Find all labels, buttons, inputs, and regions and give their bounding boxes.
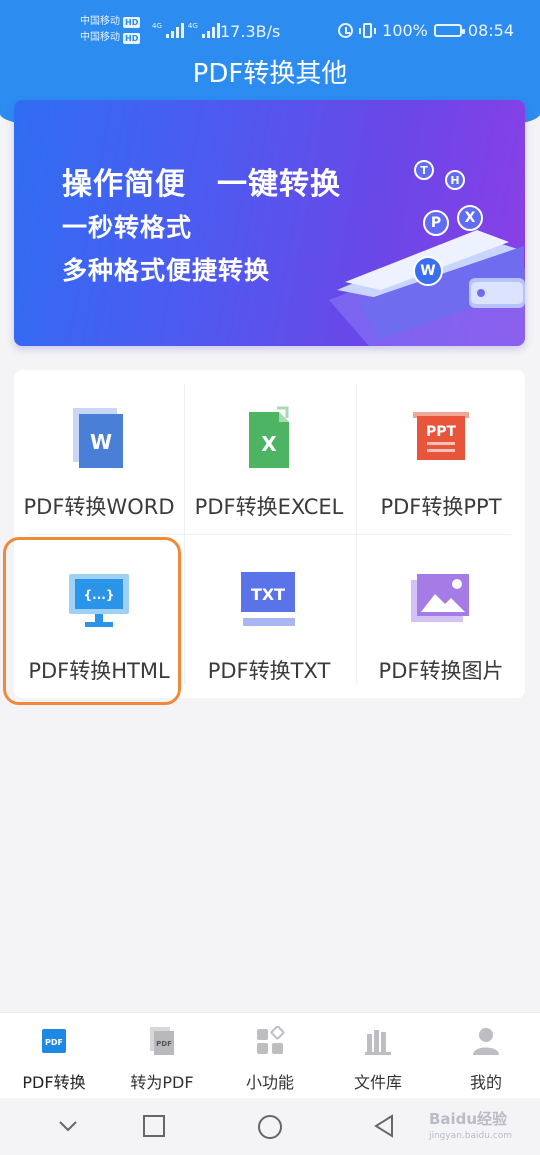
battery-percent: 100%: [382, 21, 428, 40]
carrier-2: 中国移动: [80, 32, 120, 43]
wallet-illustration: T H P X W: [309, 150, 525, 346]
page-title: PDF转换其他: [192, 59, 348, 89]
nav-label: 转为PDF: [130, 1073, 194, 1092]
vibrate-icon: [359, 23, 377, 38]
user-icon: [473, 1028, 499, 1055]
nav-item-pdf-convert[interactable]: PDF PDF转换: [0, 1013, 108, 1098]
tool-label: PDF转换HTML: [28, 659, 170, 683]
signal-icons: 4G 4G: [152, 22, 220, 38]
recent-apps-button[interactable]: [142, 1114, 166, 1138]
tool-pdf-to-excel[interactable]: X PDF转换EXCEL: [184, 370, 354, 534]
signal-bars-icon: [165, 22, 184, 38]
banner-subline: 多种格式便捷转换: [62, 256, 271, 285]
grid-tools-icon: [257, 1026, 285, 1054]
nav-badge: PDF: [156, 1040, 172, 1048]
excel-glyph: X: [261, 432, 277, 456]
nav-item-to-pdf[interactable]: PDF 转为PDF: [108, 1013, 216, 1098]
watermark: Baidu经验 jingyan.baidu.com: [429, 1108, 512, 1141]
network-type-label: 4G: [152, 22, 162, 30]
promo-banner[interactable]: 操作简便 一键转换 一秒转格式 多种格式便捷转换 T H P X W: [14, 100, 525, 346]
tool-pdf-to-word[interactable]: W PDF转换WORD: [14, 370, 184, 534]
bubble-h-icon: H: [445, 170, 465, 190]
to-pdf-icon: PDF: [150, 1027, 174, 1055]
ppt-board-icon: PPT: [409, 406, 473, 470]
txt-glyph: TXT: [251, 585, 285, 604]
image-icon: [409, 570, 473, 634]
chevron-down-icon[interactable]: [56, 1114, 80, 1138]
nav-item-tools[interactable]: 小功能: [216, 1013, 324, 1098]
html-glyph: {...}: [84, 588, 115, 602]
nav-label: PDF转换: [22, 1073, 86, 1092]
carrier-info: 中国移动 HD 中国移动 HD: [80, 14, 141, 46]
nav-label: 文件库: [353, 1073, 402, 1092]
file-library-icon: [365, 1030, 391, 1055]
clock: 08:54: [467, 21, 514, 40]
system-nav-bar: Baidu经验 jingyan.baidu.com: [0, 1098, 540, 1155]
banner-headline: 操作简便 一键转换: [62, 167, 341, 202]
word-doc-icon: W: [67, 406, 131, 470]
tool-grid: W PDF转换WORD X PDF转换EXCEL PPT PDF转换PPT {.…: [14, 370, 525, 698]
ppt-glyph: PPT: [426, 424, 457, 440]
nav-badge: PDF: [45, 1038, 63, 1047]
home-button[interactable]: [257, 1114, 283, 1140]
nav-label: 我的: [469, 1073, 502, 1092]
tool-label: PDF转换EXCEL: [194, 495, 344, 519]
bubble-w-icon: W: [413, 256, 443, 286]
bubble-t-icon: T: [414, 160, 434, 180]
pdf-convert-icon: PDF: [42, 1029, 66, 1053]
hd-badge: HD: [123, 16, 141, 28]
watermark-url: jingyan.baidu.com: [428, 1131, 512, 1141]
nav-item-profile[interactable]: 我的: [432, 1013, 540, 1098]
word-glyph: W: [90, 430, 112, 454]
alarm-icon: [338, 23, 354, 38]
carrier-1: 中国移动: [80, 16, 120, 27]
tool-label: PDF转换WORD: [23, 495, 175, 519]
status-right: 100% 08:54: [338, 21, 514, 40]
network-type-label: 4G: [187, 22, 198, 30]
signal-bars-icon: [201, 22, 220, 38]
tool-label: PDF转换TXT: [207, 659, 331, 683]
tool-pdf-to-html[interactable]: {...} PDF转换HTML: [14, 534, 184, 698]
tool-pdf-to-image[interactable]: PDF转换图片: [356, 534, 526, 698]
bubble-x-icon: X: [457, 205, 483, 231]
wallet-icon: [329, 230, 525, 346]
nav-item-file-library[interactable]: 文件库: [324, 1013, 432, 1098]
tool-label: PDF转换PPT: [380, 495, 502, 519]
excel-doc-icon: X: [237, 406, 301, 470]
bubble-p-icon: P: [423, 210, 449, 236]
html-monitor-icon: {...}: [67, 570, 131, 634]
battery-icon: [433, 24, 465, 37]
hd-badge: HD: [123, 32, 141, 44]
tool-pdf-to-txt[interactable]: TXT PDF转换TXT: [184, 534, 354, 698]
banner-text: 操作简便 一键转换 一秒转格式 多种格式便捷转换: [62, 164, 341, 292]
tool-grid-card: W PDF转换WORD X PDF转换EXCEL PPT PDF转换PPT {.…: [14, 370, 525, 698]
back-button[interactable]: [372, 1114, 396, 1138]
banner-subline: 一秒转格式: [62, 213, 193, 242]
txt-doc-icon: TXT: [237, 570, 301, 634]
watermark-brand: Baidu经验: [428, 1110, 508, 1128]
bottom-nav: PDF PDF转换 PDF 转为PDF 小功能 文件库 我的: [0, 1012, 540, 1098]
status-bar: 中国移动 HD 中国移动 HD 4G 4G 17.3B/s 100% 08:54: [0, 10, 540, 54]
net-speed: 17.3B/s: [220, 22, 281, 41]
tool-pdf-to-ppt[interactable]: PPT PDF转换PPT: [356, 370, 526, 534]
tool-label: PDF转换图片: [378, 659, 504, 683]
nav-label: 小功能: [245, 1073, 294, 1092]
